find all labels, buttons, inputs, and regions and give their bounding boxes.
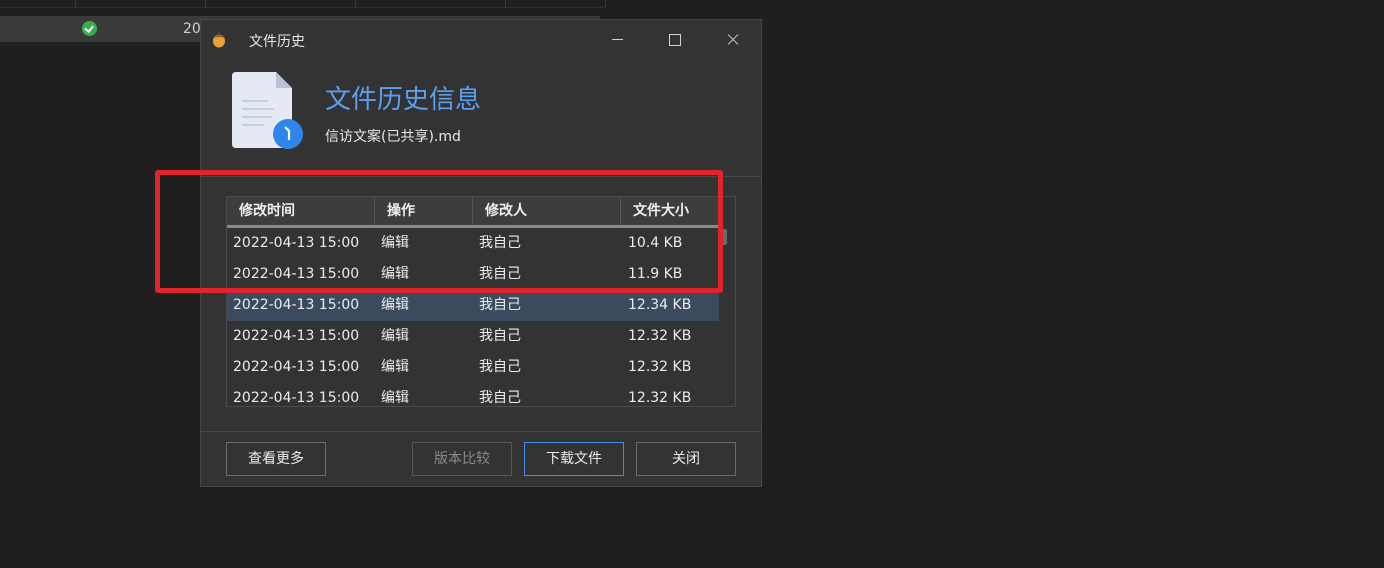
cell-action: 编辑 bbox=[381, 390, 409, 406]
view-more-button[interactable]: 查看更多 bbox=[226, 442, 326, 476]
cell-user: 我自己 bbox=[479, 297, 521, 313]
background-column-separator bbox=[75, 0, 76, 7]
cell-action: 编辑 bbox=[381, 359, 409, 375]
background-column-separator bbox=[355, 0, 356, 7]
background-list-header bbox=[0, 0, 605, 8]
compare-versions-button[interactable]: 版本比较 bbox=[412, 442, 512, 476]
download-file-button[interactable]: 下载文件 bbox=[524, 442, 624, 476]
page-title: 文件历史信息 bbox=[325, 85, 482, 115]
close-window-button[interactable] bbox=[713, 26, 753, 54]
cell-time: 2022-04-13 15:00 bbox=[233, 390, 360, 406]
cell-time: 2022-04-13 15:00 bbox=[233, 297, 360, 313]
background-column-separator bbox=[205, 0, 206, 7]
table-row[interactable]: 2022-04-13 15:00 编辑 我自己 12.32 KB bbox=[227, 352, 719, 383]
document-icon bbox=[232, 72, 303, 149]
file-name: 信访文案(已共享).md bbox=[325, 129, 461, 145]
cell-size: 12.32 KB bbox=[628, 328, 692, 344]
background-row-text: 20 bbox=[183, 21, 201, 37]
table-row[interactable]: 2022-04-13 15:00 编辑 我自己 12.32 KB bbox=[227, 321, 719, 352]
maximize-button[interactable] bbox=[655, 26, 695, 54]
minimize-button[interactable] bbox=[597, 26, 637, 54]
table-row[interactable]: 2022-04-13 15:00 编辑 我自己 12.32 KB bbox=[227, 383, 719, 406]
divider bbox=[201, 431, 761, 432]
cell-size: 12.32 KB bbox=[628, 390, 692, 406]
cell-user: 我自己 bbox=[479, 390, 521, 406]
cell-size: 12.34 KB bbox=[628, 297, 692, 313]
close-button[interactable]: 关闭 bbox=[636, 442, 736, 476]
highlight-annotation bbox=[155, 170, 723, 293]
dialog-title: 文件历史 bbox=[249, 34, 305, 50]
cell-action: 编辑 bbox=[381, 328, 409, 344]
background-column-separator bbox=[505, 0, 506, 7]
table-row-selected[interactable]: 2022-04-13 15:00 编辑 我自己 12.34 KB bbox=[227, 290, 719, 321]
cell-time: 2022-04-13 15:00 bbox=[233, 359, 360, 375]
cell-size: 12.32 KB bbox=[628, 359, 692, 375]
cell-action: 编辑 bbox=[381, 297, 409, 313]
check-circle-icon bbox=[82, 21, 97, 36]
cell-user: 我自己 bbox=[479, 359, 521, 375]
cell-time: 2022-04-13 15:00 bbox=[233, 328, 360, 344]
title-bar[interactable]: 文件历史 bbox=[201, 20, 761, 58]
cell-user: 我自己 bbox=[479, 328, 521, 344]
background-column-separator bbox=[605, 0, 606, 7]
acorn-icon bbox=[213, 31, 225, 48]
